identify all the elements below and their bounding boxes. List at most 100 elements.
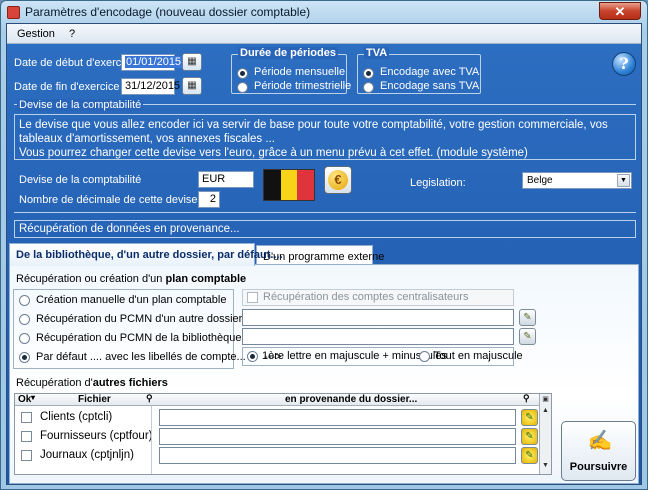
- row-source-input[interactable]: [159, 428, 516, 445]
- devise-section-title: Devise de la comptabilité: [17, 99, 144, 111]
- plan-manual-label: Création manuelle d'un plan comptable: [36, 294, 227, 306]
- case-all-upper-label: Tout en majuscule: [434, 350, 523, 362]
- library-path-input[interactable]: [242, 328, 514, 345]
- row-file-label: Fournisseurs (cptfour): [40, 430, 153, 442]
- column-divider: [151, 406, 152, 474]
- case-upper-lower-radio[interactable]: [247, 351, 258, 362]
- chevron-down-icon: ▼: [617, 174, 630, 187]
- euro-button[interactable]: €: [324, 166, 352, 194]
- client-area: Gestion ? Date de début d'exercice 01/01…: [6, 23, 642, 485]
- tab-panel: Récupération ou création d'un plan compt…: [9, 264, 639, 484]
- tva-with-radio[interactable]: [363, 68, 374, 79]
- end-date-label: Date de fin d'exercice: [14, 81, 120, 93]
- scroll-up-arrow-icon[interactable]: ▲: [541, 407, 550, 417]
- other-folder-browse-button[interactable]: ✎: [519, 309, 536, 326]
- currency-field[interactable]: EUR: [198, 171, 254, 188]
- search-icon: ⚲: [146, 393, 153, 403]
- tva-with-label: Encodage avec TVA: [380, 66, 480, 78]
- scroll-up-icon[interactable]: ▣: [541, 395, 550, 405]
- row-browse-button[interactable]: ✎: [521, 447, 538, 464]
- other-folder-path-input[interactable]: [242, 309, 514, 326]
- legislation-value: Belge: [527, 175, 553, 186]
- row-source-input[interactable]: [159, 447, 516, 464]
- period-monthly-radio[interactable]: [237, 68, 248, 79]
- legislation-label: Legislation:: [410, 177, 466, 189]
- pencil-icon: ✎: [525, 431, 534, 442]
- tva-group: TVA Encodage avec TVA Encodage sans TVA: [357, 47, 481, 94]
- periods-title: Durée de périodes: [238, 47, 338, 59]
- plan-manual-radio[interactable]: [19, 295, 30, 306]
- plan-library-radio[interactable]: [19, 333, 30, 344]
- files-heading-prefix: Récupération d': [16, 377, 93, 389]
- window-title: Paramètres d'encodage (nouveau dossier c…: [25, 5, 311, 19]
- period-quarterly-label: Période trimestrielle: [254, 80, 352, 92]
- sort-icon: ▾: [31, 393, 36, 402]
- app-icon: [7, 6, 20, 19]
- pencil-icon: ✎: [525, 412, 534, 423]
- start-date-calendar-button[interactable]: ▦: [182, 53, 202, 71]
- plan-default-radio[interactable]: [19, 352, 30, 363]
- tva-without-radio[interactable]: [363, 82, 374, 93]
- euro-icon: €: [328, 170, 348, 190]
- start-date-label: Date de début d'exercice: [14, 57, 136, 69]
- plan-heading-bold: plan comptable: [165, 273, 247, 285]
- central-accounts-checkbox[interactable]: [247, 292, 258, 303]
- dialog-window: Paramètres d'encodage (nouveau dossier c…: [0, 0, 648, 490]
- close-button[interactable]: ✕: [599, 2, 641, 20]
- title-bar: Paramètres d'encodage (nouveau dossier c…: [1, 1, 647, 23]
- row-checkbox[interactable]: [21, 431, 32, 442]
- files-heading-bold: autres fichiers: [92, 377, 168, 389]
- case-options-group: 1ère lettre en majuscule + minuscules To…: [242, 347, 523, 366]
- col-ok: Ok: [18, 394, 32, 405]
- section-separator: [14, 212, 636, 213]
- signature-icon: ✍: [587, 430, 613, 452]
- continue-button[interactable]: ✍ Poursuivre: [561, 421, 636, 481]
- search-icon: ⚲: [523, 393, 530, 403]
- plan-other-folder-label: Récupération du PCMN d'un autre dossier: [36, 313, 243, 325]
- end-date-calendar-button[interactable]: ▦: [182, 77, 202, 95]
- continue-label: Poursuivre: [569, 461, 628, 473]
- decimals-field[interactable]: 2: [198, 191, 220, 208]
- periods-group: Durée de périodes Période mensuelle Péri…: [231, 47, 351, 94]
- tab-library[interactable]: De la bibliothèque, d'un autre dossier, …: [9, 243, 283, 266]
- files-scrollbar[interactable]: ▣ ▲ ▼: [539, 394, 551, 474]
- row-checkbox[interactable]: [21, 412, 32, 423]
- scroll-down-arrow-icon[interactable]: ▼: [541, 462, 550, 472]
- pencil-icon: ✎: [523, 331, 532, 342]
- start-date-field[interactable]: 01/01/2015: [121, 54, 183, 71]
- plan-library-label: Récupération du PCMN de la bibliothèque: [36, 332, 242, 344]
- case-all-upper-radio[interactable]: [419, 351, 430, 362]
- currency-label: Devise de la comptabilité: [19, 174, 142, 186]
- table-row[interactable]: Fournisseurs (cptfour) ✎: [15, 427, 539, 447]
- decimals-label: Nombre de décimale de cette devise: [19, 194, 198, 206]
- central-accounts-box: Récupération des comptes centralisateurs: [242, 289, 514, 306]
- plan-options-group: Création manuelle d'un plan comptable Ré…: [13, 289, 281, 369]
- files-table: Ok ▾ Fichier ⚲ en provenande du dossier.…: [14, 393, 552, 475]
- row-file-label: Clients (cptcli): [40, 411, 113, 423]
- row-checkbox[interactable]: [21, 450, 32, 461]
- files-heading: Récupération d'autres fichiers: [16, 377, 168, 389]
- row-source-input[interactable]: [159, 409, 516, 426]
- plan-heading: Récupération ou création d'un plan compt…: [16, 273, 246, 285]
- legislation-select[interactable]: Belge ▼: [522, 172, 632, 189]
- row-browse-button[interactable]: ✎: [521, 409, 538, 426]
- devise-info-text: Le devise que vous allez encoder ici va …: [14, 114, 636, 160]
- central-accounts-label: Récupération des comptes centralisateurs: [263, 291, 469, 303]
- table-row[interactable]: Journaux (cptjnljn) ✎: [15, 446, 539, 466]
- table-row[interactable]: Clients (cptcli) ✎: [15, 408, 539, 428]
- col-source: en provenande du dossier...: [285, 394, 418, 405]
- row-file-label: Journaux (cptjnljn): [40, 449, 134, 461]
- library-browse-button[interactable]: ✎: [519, 328, 536, 345]
- plan-other-folder-radio[interactable]: [19, 314, 30, 325]
- row-browse-button[interactable]: ✎: [521, 428, 538, 445]
- period-quarterly-radio[interactable]: [237, 82, 248, 93]
- recovery-banner: Récupération de données en provenance...: [14, 220, 636, 238]
- calendar-icon: ▦: [187, 56, 197, 67]
- files-table-header: Ok ▾ Fichier ⚲ en provenande du dossier.…: [15, 393, 551, 406]
- period-monthly-label: Période mensuelle: [254, 66, 346, 78]
- tva-without-label: Encodage sans TVA: [380, 80, 480, 92]
- menu-gestion[interactable]: Gestion: [17, 28, 55, 40]
- end-date-field[interactable]: 31/12/2015: [121, 78, 180, 95]
- help-icon[interactable]: ?: [612, 52, 636, 76]
- menu-help[interactable]: ?: [69, 28, 75, 40]
